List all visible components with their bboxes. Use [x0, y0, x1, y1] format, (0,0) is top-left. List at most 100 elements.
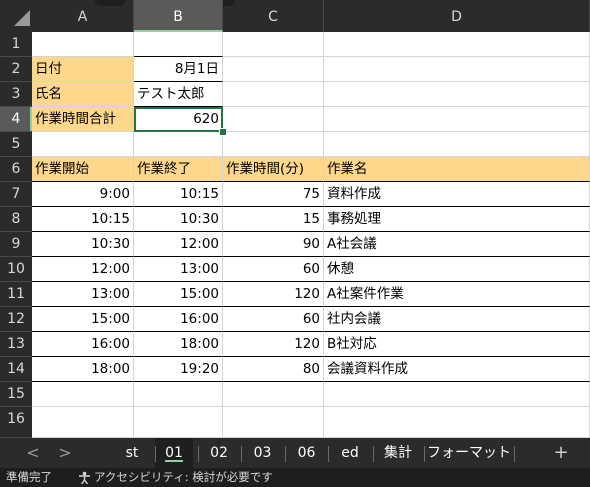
prev-sheet-icon[interactable]: < [22, 438, 44, 468]
row-header-2[interactable]: 2 [0, 57, 32, 82]
cell[interactable] [324, 82, 590, 107]
row-header-7[interactable]: 7 [0, 182, 32, 207]
table-cell[interactable]: 事務処理 [324, 207, 590, 232]
cell[interactable] [223, 32, 324, 57]
column-header-b[interactable]: B [134, 0, 223, 32]
cell[interactable] [223, 382, 324, 407]
row-header-6[interactable]: 6 [0, 157, 32, 182]
table-cell[interactable]: 120 [223, 282, 324, 307]
total-label[interactable]: 作業時間合計 [32, 107, 134, 132]
sheet-tab-2[interactable]: 02 [198, 438, 240, 468]
fill-handle[interactable] [219, 128, 227, 136]
cell[interactable] [134, 407, 223, 438]
row-header-12[interactable]: 12 [0, 307, 32, 332]
cell[interactable] [134, 32, 223, 57]
sheet-tab-5[interactable]: ed [328, 438, 372, 468]
cell[interactable] [223, 57, 324, 82]
table-cell[interactable]: 休憩 [324, 257, 590, 282]
table-cell[interactable]: 16:00 [32, 332, 134, 357]
row-header-5[interactable]: 5 [0, 132, 32, 157]
next-sheet-icon[interactable]: > [54, 438, 76, 468]
cell[interactable] [324, 407, 590, 438]
name-label[interactable]: 氏名 [32, 82, 134, 107]
table-cell[interactable]: 18:00 [32, 357, 134, 382]
table-cell[interactable]: 10:15 [134, 182, 223, 207]
table-header[interactable]: 作業名 [324, 157, 590, 182]
row-header-15[interactable]: 15 [0, 382, 32, 407]
date-value[interactable]: 8月1日 [134, 57, 223, 82]
total-value[interactable]: 620 [134, 107, 223, 132]
sheet-tab-7[interactable]: フォーマット [424, 438, 514, 468]
sheet-tab-1[interactable]: 01 [155, 438, 193, 468]
row-header-9[interactable]: 9 [0, 232, 32, 257]
table-cell[interactable]: B社対応 [324, 332, 590, 357]
sheet-tab-0[interactable]: st [112, 438, 152, 468]
cell[interactable] [134, 382, 223, 407]
column-header-d[interactable]: D [324, 0, 590, 32]
cell[interactable] [32, 132, 134, 157]
row-header-10[interactable]: 10 [0, 257, 32, 282]
table-cell[interactable]: 資料作成 [324, 182, 590, 207]
row-header-1[interactable]: 1 [0, 32, 32, 57]
accessibility-icon[interactable] [78, 471, 91, 484]
table-cell[interactable]: 12:00 [32, 257, 134, 282]
table-cell[interactable]: A社案件作業 [324, 282, 590, 307]
table-cell[interactable]: 13:00 [32, 282, 134, 307]
cell[interactable] [223, 82, 324, 107]
table-cell[interactable]: 120 [223, 332, 324, 357]
table-cell[interactable]: 80 [223, 357, 324, 382]
row-header-8[interactable]: 8 [0, 207, 32, 232]
table-cell[interactable]: 会議資料作成 [324, 357, 590, 382]
table-cell[interactable]: 19:20 [134, 357, 223, 382]
row-header-13[interactable]: 13 [0, 332, 32, 357]
table-cell[interactable]: 社内会議 [324, 307, 590, 332]
row-header-11[interactable]: 11 [0, 282, 32, 307]
table-cell[interactable]: 10:15 [32, 207, 134, 232]
row-header-3[interactable]: 3 [0, 82, 32, 107]
table-cell[interactable]: 60 [223, 307, 324, 332]
table-cell[interactable]: 9:00 [32, 182, 134, 207]
table-cell[interactable]: 15:00 [32, 307, 134, 332]
table-cell[interactable]: 12:00 [134, 232, 223, 257]
cell[interactable] [223, 132, 324, 157]
cell[interactable] [324, 107, 590, 132]
table-cell[interactable]: 18:00 [134, 332, 223, 357]
cell[interactable] [32, 382, 134, 407]
cell[interactable] [324, 57, 590, 82]
table-cell[interactable]: 15 [223, 207, 324, 232]
table-cell[interactable]: 75 [223, 182, 324, 207]
column-header-a[interactable]: A [32, 0, 134, 32]
row-header-14[interactable]: 14 [0, 357, 32, 382]
cell[interactable] [32, 32, 134, 57]
sheet-tab-3[interactable]: 03 [241, 438, 284, 468]
cell[interactable] [32, 407, 134, 438]
table-cell[interactable]: 16:00 [134, 307, 223, 332]
date-label[interactable]: 日付 [32, 57, 134, 82]
table-header[interactable]: 作業開始 [32, 157, 134, 182]
table-cell[interactable]: A社会議 [324, 232, 590, 257]
table-cell[interactable]: 60 [223, 257, 324, 282]
sheet-tab-label: 01 [165, 445, 183, 461]
name-value[interactable]: テスト太郎 [134, 82, 223, 107]
sheet-tab-6[interactable]: 集計 [373, 438, 423, 468]
sheet-tab-4[interactable]: 06 [285, 438, 328, 468]
table-cell[interactable]: 90 [223, 232, 324, 257]
select-all-corner[interactable] [0, 0, 32, 32]
table-cell[interactable]: 10:30 [134, 207, 223, 232]
cell[interactable] [223, 107, 324, 132]
table-header[interactable]: 作業時間(分) [223, 157, 324, 182]
row-header-4[interactable]: 4 [0, 107, 32, 132]
cell[interactable] [324, 382, 590, 407]
cell[interactable] [134, 132, 223, 157]
cell[interactable] [223, 407, 324, 438]
accessibility-status[interactable]: アクセシビリティ: 検討が必要です [94, 468, 273, 487]
row-header-16[interactable]: 16 [0, 407, 32, 438]
table-cell[interactable]: 13:00 [134, 257, 223, 282]
column-header-c[interactable]: C [223, 0, 324, 32]
cell[interactable] [324, 32, 590, 57]
add-sheet-icon[interactable]: + [550, 438, 572, 468]
table-cell[interactable]: 10:30 [32, 232, 134, 257]
table-cell[interactable]: 15:00 [134, 282, 223, 307]
cell[interactable] [324, 132, 590, 157]
table-header[interactable]: 作業終了 [134, 157, 223, 182]
